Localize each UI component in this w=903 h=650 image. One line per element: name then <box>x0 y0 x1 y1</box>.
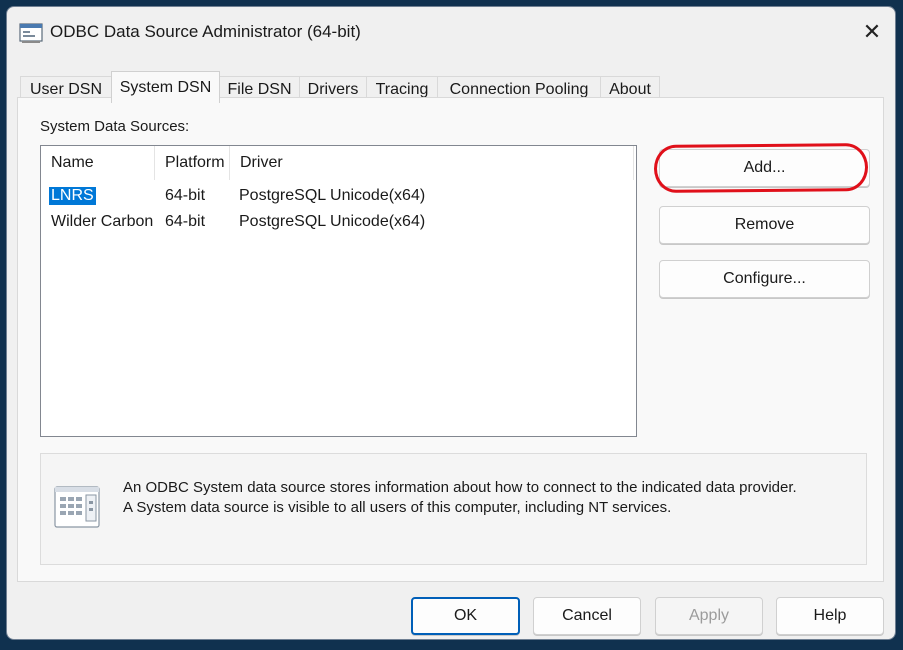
column-header-driver[interactable]: Driver <box>230 146 634 180</box>
column-header-name[interactable]: Name <box>41 146 155 180</box>
row-platform: 64-bit <box>165 187 206 204</box>
remove-button[interactable]: Remove <box>659 206 870 244</box>
column-header-platform[interactable]: Platform <box>155 146 230 180</box>
info-line-2: A System data source is visible to all u… <box>123 499 672 516</box>
window-title: ODBC Data Source Administrator (64-bit) <box>50 22 361 41</box>
row-platform: 64-bit <box>165 213 206 230</box>
info-line-1: An ODBC System data source stores inform… <box>123 479 797 496</box>
data-sources-list[interactable]: Name Platform Driver LNRS 64-bit Postgre… <box>40 145 637 437</box>
info-document-icon <box>53 481 101 531</box>
apply-button[interactable]: Apply <box>655 597 763 635</box>
close-icon: ✕ <box>862 19 882 44</box>
row-name: LNRS <box>49 187 96 205</box>
close-button[interactable]: ✕ <box>849 7 895 57</box>
title-bar[interactable]: ODBC Data Source Administrator (64-bit) … <box>7 7 895 59</box>
app-window-icon <box>19 22 43 44</box>
ok-button[interactable]: OK <box>411 597 520 635</box>
system-data-sources-label: System Data Sources: <box>40 118 190 135</box>
system-dsn-panel: System Data Sources: Name Platform Drive… <box>17 97 884 582</box>
add-button[interactable]: Add... <box>659 149 870 187</box>
info-box: An ODBC System data source stores inform… <box>40 453 867 565</box>
help-button[interactable]: Help <box>776 597 884 635</box>
row-driver: PostgreSQL Unicode(x64) <box>239 213 426 230</box>
configure-button[interactable]: Configure... <box>659 260 870 298</box>
info-description: An ODBC System data source stores inform… <box>123 478 797 518</box>
tab-system-dsn[interactable]: System DSN <box>111 71 220 103</box>
cancel-button[interactable]: Cancel <box>533 597 641 635</box>
row-name: Wilder Carbon <box>51 213 154 230</box>
row-driver: PostgreSQL Unicode(x64) <box>239 187 426 204</box>
list-header: Name Platform Driver <box>41 146 636 180</box>
table-row[interactable]: Wilder Carbon 64-bit PostgreSQL Unicode(… <box>41 211 636 235</box>
dialog-window: ODBC Data Source Administrator (64-bit) … <box>6 6 896 640</box>
table-row[interactable]: LNRS 64-bit PostgreSQL Unicode(x64) <box>41 185 636 209</box>
